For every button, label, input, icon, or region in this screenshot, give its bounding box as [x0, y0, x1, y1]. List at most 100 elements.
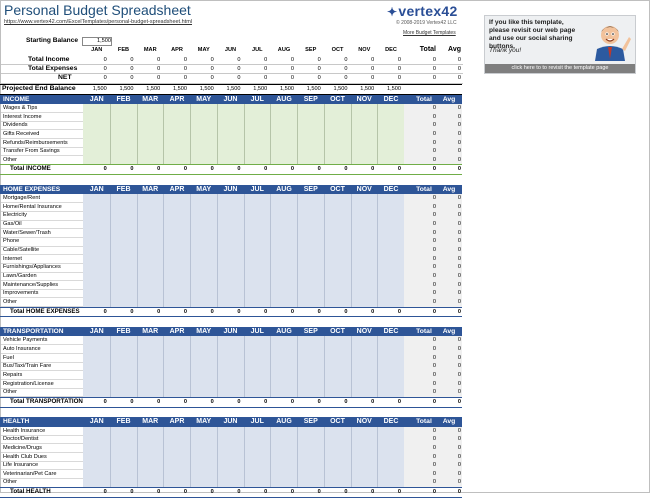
- line-item-avg[interactable]: 0: [437, 272, 461, 281]
- line-item-total[interactable]: 0: [412, 130, 436, 139]
- summary-cell[interactable]: 0: [190, 74, 214, 83]
- section-total-cell[interactable]: 0: [83, 488, 107, 497]
- section-total-cell[interactable]: 0: [83, 398, 107, 407]
- summary-cell[interactable]: 0: [217, 74, 240, 83]
- summary-cell[interactable]: 0: [350, 74, 374, 83]
- summary-avg-cell[interactable]: 0: [437, 74, 461, 83]
- line-item-avg[interactable]: 0: [437, 237, 461, 246]
- summary-cell[interactable]: 0: [324, 56, 347, 65]
- summary-cell[interactable]: 0: [110, 74, 133, 83]
- summary-cell[interactable]: 0: [136, 56, 160, 65]
- line-item-total[interactable]: 0: [412, 435, 436, 444]
- section-total-cell[interactable]: 0: [324, 488, 347, 497]
- line-item-avg[interactable]: 0: [437, 336, 461, 345]
- more-budget-templates-link[interactable]: More Budget Templates: [403, 30, 456, 36]
- summary-cell[interactable]: 0: [190, 65, 214, 74]
- line-item-total[interactable]: 0: [412, 229, 436, 238]
- summary-cell[interactable]: 0: [243, 56, 267, 65]
- line-item-avg[interactable]: 0: [437, 354, 461, 363]
- section-total-cell[interactable]: 0: [110, 308, 133, 317]
- line-item-total[interactable]: 0: [412, 298, 436, 307]
- section-total-cell[interactable]: 0: [190, 488, 214, 497]
- summary-cell[interactable]: 0: [297, 74, 321, 83]
- section-total-cell[interactable]: 0: [110, 398, 133, 407]
- summary-cell[interactable]: 0: [163, 65, 187, 74]
- section-total-cell[interactable]: 0: [217, 308, 240, 317]
- section-total-cell[interactable]: 0: [136, 308, 160, 317]
- section-grand-total[interactable]: 0: [412, 398, 436, 407]
- summary-cell[interactable]: 0: [163, 56, 187, 65]
- line-item-total[interactable]: 0: [412, 263, 436, 272]
- line-item-avg[interactable]: 0: [437, 147, 461, 156]
- line-item-total[interactable]: 0: [412, 220, 436, 229]
- section-total-cell[interactable]: 0: [270, 165, 294, 174]
- line-item-total[interactable]: 0: [412, 380, 436, 389]
- summary-cell[interactable]: 0: [83, 56, 107, 65]
- summary-cell[interactable]: 0: [217, 56, 240, 65]
- line-item-avg[interactable]: 0: [437, 220, 461, 229]
- summary-cell[interactable]: 0: [350, 56, 374, 65]
- line-item-avg[interactable]: 0: [437, 461, 461, 470]
- line-item-avg[interactable]: 0: [437, 388, 461, 397]
- line-item-total[interactable]: 0: [412, 427, 436, 436]
- projected-cell[interactable]: 1,500: [110, 85, 134, 94]
- section-total-cell[interactable]: 0: [163, 488, 187, 497]
- summary-cell[interactable]: 0: [377, 56, 401, 65]
- line-item-total[interactable]: 0: [412, 272, 436, 281]
- line-item-total[interactable]: 0: [412, 470, 436, 479]
- section-total-cell[interactable]: 0: [163, 398, 187, 407]
- section-total-cell[interactable]: 0: [350, 398, 374, 407]
- summary-cell[interactable]: 0: [136, 65, 160, 74]
- section-total-cell[interactable]: 0: [350, 165, 374, 174]
- line-item-avg[interactable]: 0: [437, 121, 461, 130]
- line-item-avg[interactable]: 0: [437, 427, 461, 436]
- projected-cell[interactable]: 1,500: [217, 85, 241, 94]
- line-item-total[interactable]: 0: [412, 388, 436, 397]
- projected-cell[interactable]: 1,500: [163, 85, 187, 94]
- line-item-total[interactable]: 0: [412, 203, 436, 212]
- summary-cell[interactable]: 0: [324, 65, 347, 74]
- line-item-avg[interactable]: 0: [437, 298, 461, 307]
- line-item-avg[interactable]: 0: [437, 453, 461, 462]
- section-total-cell[interactable]: 0: [163, 308, 187, 317]
- line-item-total[interactable]: 0: [412, 362, 436, 371]
- summary-cell[interactable]: 0: [270, 56, 294, 65]
- line-item-avg[interactable]: 0: [437, 263, 461, 272]
- vertex42-logo[interactable]: ✦vertex42: [387, 3, 458, 19]
- line-item-total[interactable]: 0: [412, 211, 436, 220]
- projected-cell[interactable]: 1,500: [377, 85, 401, 94]
- line-item-total[interactable]: 0: [412, 281, 436, 290]
- summary-cell[interactable]: 0: [270, 65, 294, 74]
- section-total-cell[interactable]: 0: [110, 165, 133, 174]
- summary-total-cell[interactable]: 0: [412, 65, 436, 74]
- line-item-total[interactable]: 0: [412, 237, 436, 246]
- section-total-cell[interactable]: 0: [324, 308, 347, 317]
- section-total-cell[interactable]: 0: [217, 398, 240, 407]
- line-item-avg[interactable]: 0: [437, 362, 461, 371]
- section-total-cell[interactable]: 0: [136, 165, 160, 174]
- line-item-avg[interactable]: 0: [437, 130, 461, 139]
- section-total-cell[interactable]: 0: [270, 488, 294, 497]
- line-item-avg[interactable]: 0: [437, 246, 461, 255]
- section-total-cell[interactable]: 0: [350, 308, 374, 317]
- section-grand-total[interactable]: 0: [412, 308, 436, 317]
- summary-cell[interactable]: 0: [110, 65, 133, 74]
- line-item-total[interactable]: 0: [412, 371, 436, 380]
- summary-cell[interactable]: 0: [377, 65, 401, 74]
- summary-cell[interactable]: 0: [350, 65, 374, 74]
- section-grand-total[interactable]: 0: [412, 488, 436, 497]
- section-grand-avg[interactable]: 0: [437, 308, 461, 317]
- starting-balance-input[interactable]: 1,500: [82, 37, 112, 46]
- section-total-cell[interactable]: 0: [217, 165, 240, 174]
- section-total-cell[interactable]: 0: [136, 488, 160, 497]
- section-total-cell[interactable]: 0: [83, 165, 107, 174]
- section-total-cell[interactable]: 0: [297, 488, 321, 497]
- line-item-total[interactable]: 0: [412, 139, 436, 148]
- summary-cell[interactable]: 0: [83, 65, 107, 74]
- summary-cell[interactable]: 0: [243, 74, 267, 83]
- summary-cell[interactable]: 0: [377, 74, 401, 83]
- template-url-link[interactable]: https://www.vertex42.com/ExcelTemplates/…: [4, 19, 192, 25]
- revisit-template-button[interactable]: click here to to revisit the template pa…: [485, 64, 635, 73]
- line-item-avg[interactable]: 0: [437, 380, 461, 389]
- section-total-cell[interactable]: 0: [297, 398, 321, 407]
